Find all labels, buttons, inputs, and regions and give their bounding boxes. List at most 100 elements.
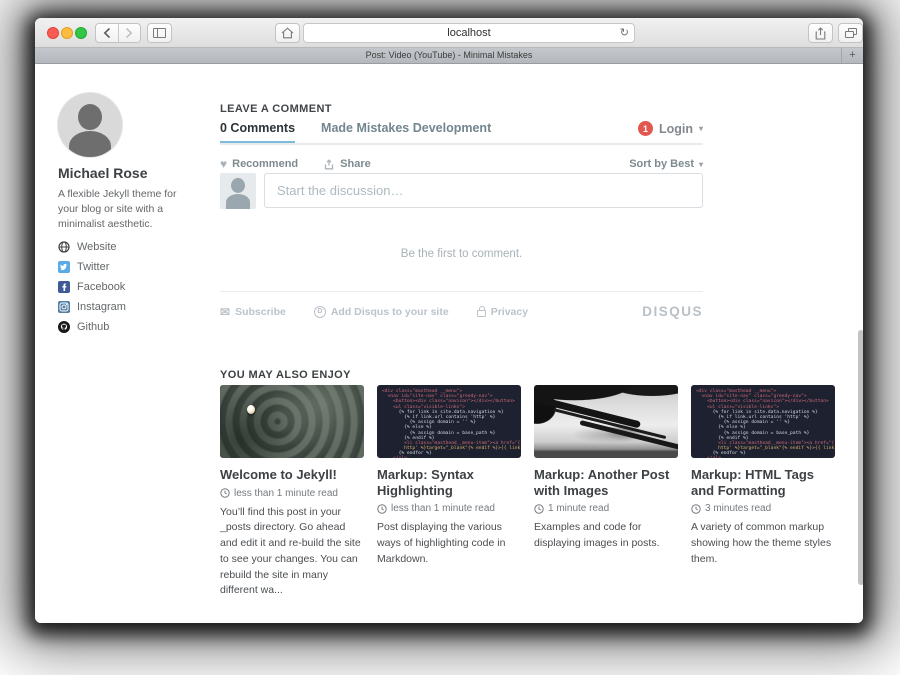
post-title[interactable]: Markup: Syntax Highlighting bbox=[377, 467, 521, 498]
comment-input[interactable] bbox=[264, 173, 703, 208]
post-excerpt: You’ll find this post in your _posts dir… bbox=[220, 505, 364, 600]
chevron-down-icon: ▾ bbox=[699, 160, 703, 169]
sort-label: Sort by Best bbox=[629, 158, 694, 170]
related-card[interactable]: <div class="masthead __menu"> <nav id="s… bbox=[377, 385, 521, 599]
post-thumbnail-code[interactable]: <div class="masthead __menu"> <nav id="s… bbox=[691, 385, 835, 458]
clock-icon bbox=[220, 488, 230, 498]
post-excerpt: Examples and code for displaying images … bbox=[534, 520, 678, 552]
chevron-down-icon: ▾ bbox=[699, 124, 703, 133]
author-avatar bbox=[58, 93, 122, 157]
sidebar-item-facebook[interactable]: Facebook bbox=[58, 281, 126, 293]
link-label: Twitter bbox=[77, 261, 109, 273]
back-button[interactable] bbox=[96, 24, 118, 42]
related-cards: Welcome to Jekyll! less than 1 minute re… bbox=[220, 385, 838, 599]
url-text: localhost bbox=[447, 27, 490, 39]
refresh-icon[interactable]: ↻ bbox=[620, 24, 629, 42]
recommend-label: Recommend bbox=[232, 158, 298, 170]
post-title[interactable]: Markup: Another Post with Images bbox=[534, 467, 678, 498]
clock-icon bbox=[534, 504, 544, 514]
divider bbox=[220, 291, 703, 292]
post-excerpt: Post displaying the various ways of high… bbox=[377, 520, 521, 567]
tab-bar: Post: Video (YouTube) - Minimal Mistakes… bbox=[35, 48, 863, 64]
disqus-actions: ♥ Recommend Share Sort by Best ▾ bbox=[220, 157, 703, 171]
twitter-icon bbox=[58, 261, 70, 273]
post-thumbnail-moss[interactable] bbox=[220, 385, 364, 458]
post-thumbnail-tree[interactable] bbox=[534, 385, 678, 458]
add-disqus-link[interactable]: D Add Disqus to your site bbox=[314, 306, 449, 318]
new-tab-button[interactable]: + bbox=[841, 48, 863, 63]
history-nav-group bbox=[95, 23, 141, 43]
post-thumbnail-code[interactable]: <div class="masthead __menu"> <nav id="s… bbox=[377, 385, 521, 458]
minimize-window-button[interactable] bbox=[61, 27, 73, 39]
lock-icon bbox=[477, 310, 486, 317]
share-icon bbox=[815, 27, 826, 40]
disqus-d-icon: D bbox=[314, 306, 326, 318]
author-links: Website Twitter Facebook Instagram Githu… bbox=[58, 241, 126, 333]
author-name: Michael Rose bbox=[58, 165, 147, 181]
subscribe-link[interactable]: ✉ Subscribe bbox=[220, 305, 286, 319]
subscribe-label: Subscribe bbox=[235, 306, 286, 318]
sort-dropdown[interactable]: Sort by Best ▾ bbox=[629, 158, 703, 170]
login-menu[interactable]: 1 Login ▾ bbox=[638, 121, 703, 136]
instagram-icon bbox=[58, 301, 70, 313]
post-excerpt: A variety of common markup showing how t… bbox=[691, 520, 835, 567]
related-card[interactable]: Welcome to Jekyll! less than 1 minute re… bbox=[220, 385, 364, 599]
post-title[interactable]: Markup: HTML Tags and Formatting bbox=[691, 467, 835, 498]
commenter-avatar bbox=[220, 173, 256, 209]
sidebar-item-instagram[interactable]: Instagram bbox=[58, 301, 126, 313]
close-window-button[interactable] bbox=[47, 27, 59, 39]
share-arrow-icon bbox=[324, 159, 335, 170]
tab-community[interactable]: Made Mistakes Development bbox=[321, 121, 491, 135]
scrollbar-thumb[interactable] bbox=[858, 330, 863, 585]
privacy-link[interactable]: Privacy bbox=[477, 306, 528, 318]
share-comments-button[interactable]: Share bbox=[324, 158, 371, 170]
comments-section-title: LEAVE A COMMENT bbox=[220, 103, 332, 115]
forward-button[interactable] bbox=[118, 24, 141, 42]
chevron-right-icon bbox=[125, 27, 133, 39]
post-title[interactable]: Welcome to Jekyll! bbox=[220, 467, 364, 483]
login-label: Login bbox=[659, 122, 693, 136]
read-time: less than 1 minute read bbox=[234, 488, 338, 499]
browser-titlebar: localhost ↻ bbox=[35, 18, 863, 48]
disqus-footer: ✉ Subscribe D Add Disqus to your site Pr… bbox=[220, 304, 703, 319]
author-bio: A flexible Jekyll theme for your blog or… bbox=[58, 187, 184, 233]
sidebar-toggle-button[interactable] bbox=[147, 23, 172, 43]
tab-overview-button[interactable] bbox=[838, 23, 863, 43]
recommend-button[interactable]: ♥ Recommend bbox=[220, 157, 298, 171]
related-section-title: YOU MAY ALSO ENJOY bbox=[220, 369, 351, 381]
share-label: Share bbox=[340, 158, 371, 170]
facebook-icon bbox=[58, 281, 70, 293]
read-time: 3 minutes read bbox=[705, 503, 771, 514]
github-icon bbox=[58, 321, 70, 333]
zoom-window-button[interactable] bbox=[75, 27, 87, 39]
link-label: Instagram bbox=[77, 301, 126, 313]
chevron-left-icon bbox=[103, 27, 111, 39]
active-tab[interactable]: Post: Video (YouTube) - Minimal Mistakes bbox=[366, 50, 533, 60]
envelope-icon: ✉ bbox=[220, 305, 230, 319]
read-time: less than 1 minute read bbox=[391, 503, 495, 514]
clock-icon bbox=[377, 504, 387, 514]
page-content: Michael Rose A flexible Jekyll theme for… bbox=[35, 65, 863, 623]
sidebar-icon bbox=[153, 28, 166, 38]
disqus-logo[interactable]: DISQUS bbox=[642, 304, 703, 319]
tabs-icon bbox=[845, 28, 857, 38]
browser-window: localhost ↻ Post: Video (YouTube) - Mini… bbox=[35, 18, 863, 623]
notification-badge: 1 bbox=[638, 121, 653, 136]
clock-icon bbox=[691, 504, 701, 514]
globe-icon bbox=[58, 241, 70, 253]
related-card[interactable]: <div class="masthead __menu"> <nav id="s… bbox=[691, 385, 835, 599]
sidebar-item-website[interactable]: Website bbox=[58, 241, 126, 253]
read-time: 1 minute read bbox=[548, 503, 609, 514]
share-button[interactable] bbox=[808, 23, 833, 43]
heart-icon: ♥ bbox=[220, 157, 227, 171]
sidebar-item-twitter[interactable]: Twitter bbox=[58, 261, 126, 273]
related-card[interactable]: Markup: Another Post with Images 1 minut… bbox=[534, 385, 678, 599]
address-bar[interactable]: localhost ↻ bbox=[303, 23, 635, 43]
link-label: Facebook bbox=[77, 281, 125, 293]
home-button[interactable] bbox=[275, 23, 300, 43]
sidebar-item-github[interactable]: Github bbox=[58, 321, 126, 333]
privacy-label: Privacy bbox=[491, 306, 528, 318]
disqus-tabs: 0 Comments Made Mistakes Development 1 L… bbox=[220, 121, 703, 145]
tab-comment-count[interactable]: 0 Comments bbox=[220, 121, 295, 143]
home-icon bbox=[281, 27, 294, 39]
